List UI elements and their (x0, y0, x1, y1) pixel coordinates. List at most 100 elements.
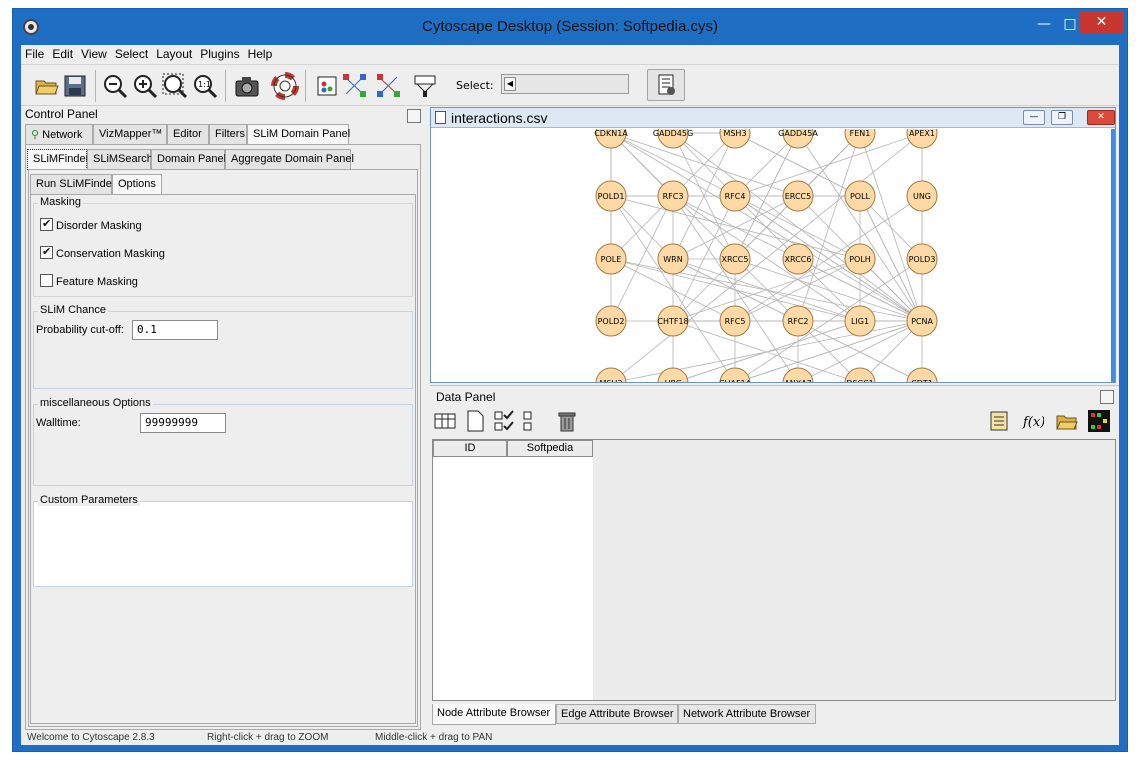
tab-editor[interactable]: Editor (167, 124, 209, 144)
select-attributes-table-icon[interactable] (434, 410, 456, 432)
tab-slim-domain-panel[interactable]: SLiM Domain Panel (247, 124, 350, 145)
network-node[interactable]: PCNA (906, 305, 938, 337)
tab-aggregate-domain-panel[interactable]: Aggregate Domain Panel (225, 149, 354, 169)
menu-select[interactable]: Select (111, 45, 152, 63)
network-graph[interactable]: CDKN1A GADD45G MSH3 GADD45A FEN1 APEX1 POLD1 RF… (431, 129, 1111, 382)
delete-attributes-trash-icon[interactable] (556, 410, 578, 432)
minimize-button[interactable]: — (1031, 13, 1057, 35)
network-canvas[interactable]: CDKN1A GADD45G MSH3 GADD45A FEN1 APEX1 POLD1 RF… (431, 129, 1115, 382)
network-edge[interactable] (735, 258, 923, 382)
network-edge[interactable] (797, 132, 861, 322)
network-node[interactable]: RFC4 (719, 180, 751, 212)
menu-edit[interactable]: Edit (48, 45, 77, 63)
new-attribute-icon[interactable] (464, 410, 486, 432)
save-icon[interactable] (61, 72, 89, 100)
network-node[interactable]: POLH (844, 243, 876, 275)
network-node[interactable]: RFC3 (657, 180, 689, 212)
zoom-out-icon[interactable] (101, 72, 129, 100)
tab-options[interactable]: Options (112, 174, 162, 195)
network-restore-button[interactable]: ❐ (1051, 110, 1073, 125)
tab-node-attribute-browser[interactable]: Node Attribute Browser (432, 704, 556, 725)
network-node[interactable]: CDT1 (906, 367, 938, 382)
conservation-masking-checkbox[interactable]: Conservation Masking (40, 245, 165, 260)
import-folder-icon[interactable] (1056, 410, 1078, 432)
deselect-all-attributes-icon[interactable] (520, 410, 542, 432)
tab-slimfinder[interactable]: SLiMFinder (27, 149, 89, 170)
network-view-title-bar[interactable]: interactions.csv — ❐ ✕ (431, 108, 1115, 128)
custom-parameters-group[interactable]: Custom Parameters (33, 494, 413, 587)
network-node[interactable]: POLE (595, 243, 627, 275)
network-node[interactable]: MSH3 (719, 129, 751, 149)
tab-filters[interactable]: Filters (209, 124, 247, 144)
new-network-icon[interactable] (313, 72, 341, 100)
camera-export-icon[interactable] (233, 72, 261, 100)
select-options-button[interactable] (647, 69, 685, 101)
tab-domain-panel[interactable]: Domain Panel (151, 149, 226, 169)
tab-edge-attribute-browser[interactable]: Edge Attribute Browser (556, 704, 678, 724)
menu-view[interactable]: View (77, 45, 111, 63)
network-node[interactable]: LIG1 (844, 305, 876, 337)
network-node[interactable]: ANXA7 (782, 367, 814, 382)
network-node[interactable]: CHAF1A (719, 367, 752, 382)
column-header-softpedia[interactable]: Softpedia (507, 440, 593, 457)
walltime-input[interactable]: 99999999 (140, 413, 226, 433)
create-network-from-selection-icon[interactable] (341, 72, 369, 100)
network-minimize-button[interactable]: — (1023, 110, 1045, 125)
heatmap-view-icon[interactable] (1088, 410, 1110, 432)
network-node[interactable]: CHTF18 (657, 305, 689, 337)
network-node[interactable]: WRN (657, 243, 689, 275)
network-node[interactable]: POLD3 (906, 243, 938, 275)
help-lifebuoy-icon[interactable] (271, 72, 299, 100)
filter-icon[interactable] (411, 72, 439, 100)
feature-masking-checkbox[interactable]: Feature Masking (40, 274, 138, 288)
title-bar[interactable]: Cytoscape Desktop (Session: Softpedia.cy… (13, 9, 1127, 45)
probability-cutoff-input[interactable]: 0.1 (132, 320, 218, 340)
network-close-button[interactable]: ✕ (1087, 110, 1115, 125)
network-node[interactable]: FEN1 (844, 129, 876, 149)
select-slider[interactable]: ◀ (501, 74, 629, 94)
disorder-masking-checkbox[interactable]: Disorder Masking (40, 217, 142, 232)
float-panel-icon[interactable] (407, 109, 421, 123)
network-node[interactable]: DSCC1 (844, 367, 876, 382)
menu-help[interactable]: Help (244, 45, 277, 63)
network-node[interactable]: POLD1 (595, 180, 627, 212)
network-node[interactable]: GADD45A (778, 129, 818, 149)
feature-masking-check-icon[interactable] (40, 274, 53, 287)
menu-plugins[interactable]: Plugins (196, 45, 243, 63)
tab-slimsearch[interactable]: SLiMSearch (87, 149, 153, 169)
tab-vizmapper[interactable]: VizMapper™ (93, 124, 167, 144)
tab-network[interactable]: ⚲ Network (25, 124, 93, 144)
column-header-id[interactable]: ID (433, 440, 507, 457)
network-node[interactable]: XRCC6 (782, 243, 814, 275)
network-node[interactable]: POLD2 (595, 305, 627, 337)
open-folder-icon[interactable] (33, 72, 61, 100)
export-table-icon[interactable] (988, 410, 1010, 432)
create-network-from-edges-icon[interactable] (375, 72, 403, 100)
tab-run-slimfinder[interactable]: Run SLiMFinder (30, 174, 115, 194)
close-window-button[interactable]: ✕ (1079, 11, 1124, 33)
slider-left-arrow-icon[interactable]: ◀ (504, 77, 516, 91)
zoom-selected-icon[interactable] (161, 72, 189, 100)
network-node[interactable]: RFC5 (719, 305, 751, 337)
network-node[interactable]: UNG (906, 180, 938, 212)
menu-layout[interactable]: Layout (152, 45, 196, 63)
network-node[interactable]: UBC (657, 367, 689, 382)
tab-network-attribute-browser[interactable]: Network Attribute Browser (678, 704, 816, 724)
network-node[interactable]: ERCC5 (782, 180, 814, 212)
network-node[interactable]: XRCC5 (719, 243, 751, 275)
network-node[interactable]: MSH2 (595, 367, 627, 382)
zoom-in-icon[interactable] (131, 72, 159, 100)
network-node[interactable]: RFC2 (782, 305, 814, 337)
network-node[interactable]: GADD45G (653, 129, 693, 149)
attribute-table[interactable]: ID Softpedia (432, 439, 1116, 701)
conservation-masking-check-icon[interactable] (40, 245, 53, 259)
network-node[interactable]: POLL (844, 180, 876, 212)
menu-file[interactable]: File (21, 45, 48, 63)
function-fx-icon[interactable]: f(x) (1022, 410, 1044, 432)
zoom-actual-size-icon[interactable]: 1:1 (191, 72, 219, 100)
select-all-attributes-icon[interactable] (494, 410, 516, 432)
data-panel-float-icon[interactable] (1100, 390, 1114, 404)
disorder-masking-check-icon[interactable] (40, 217, 53, 231)
network-node[interactable]: APEX1 (906, 129, 938, 149)
attribute-table-body[interactable] (433, 440, 593, 700)
